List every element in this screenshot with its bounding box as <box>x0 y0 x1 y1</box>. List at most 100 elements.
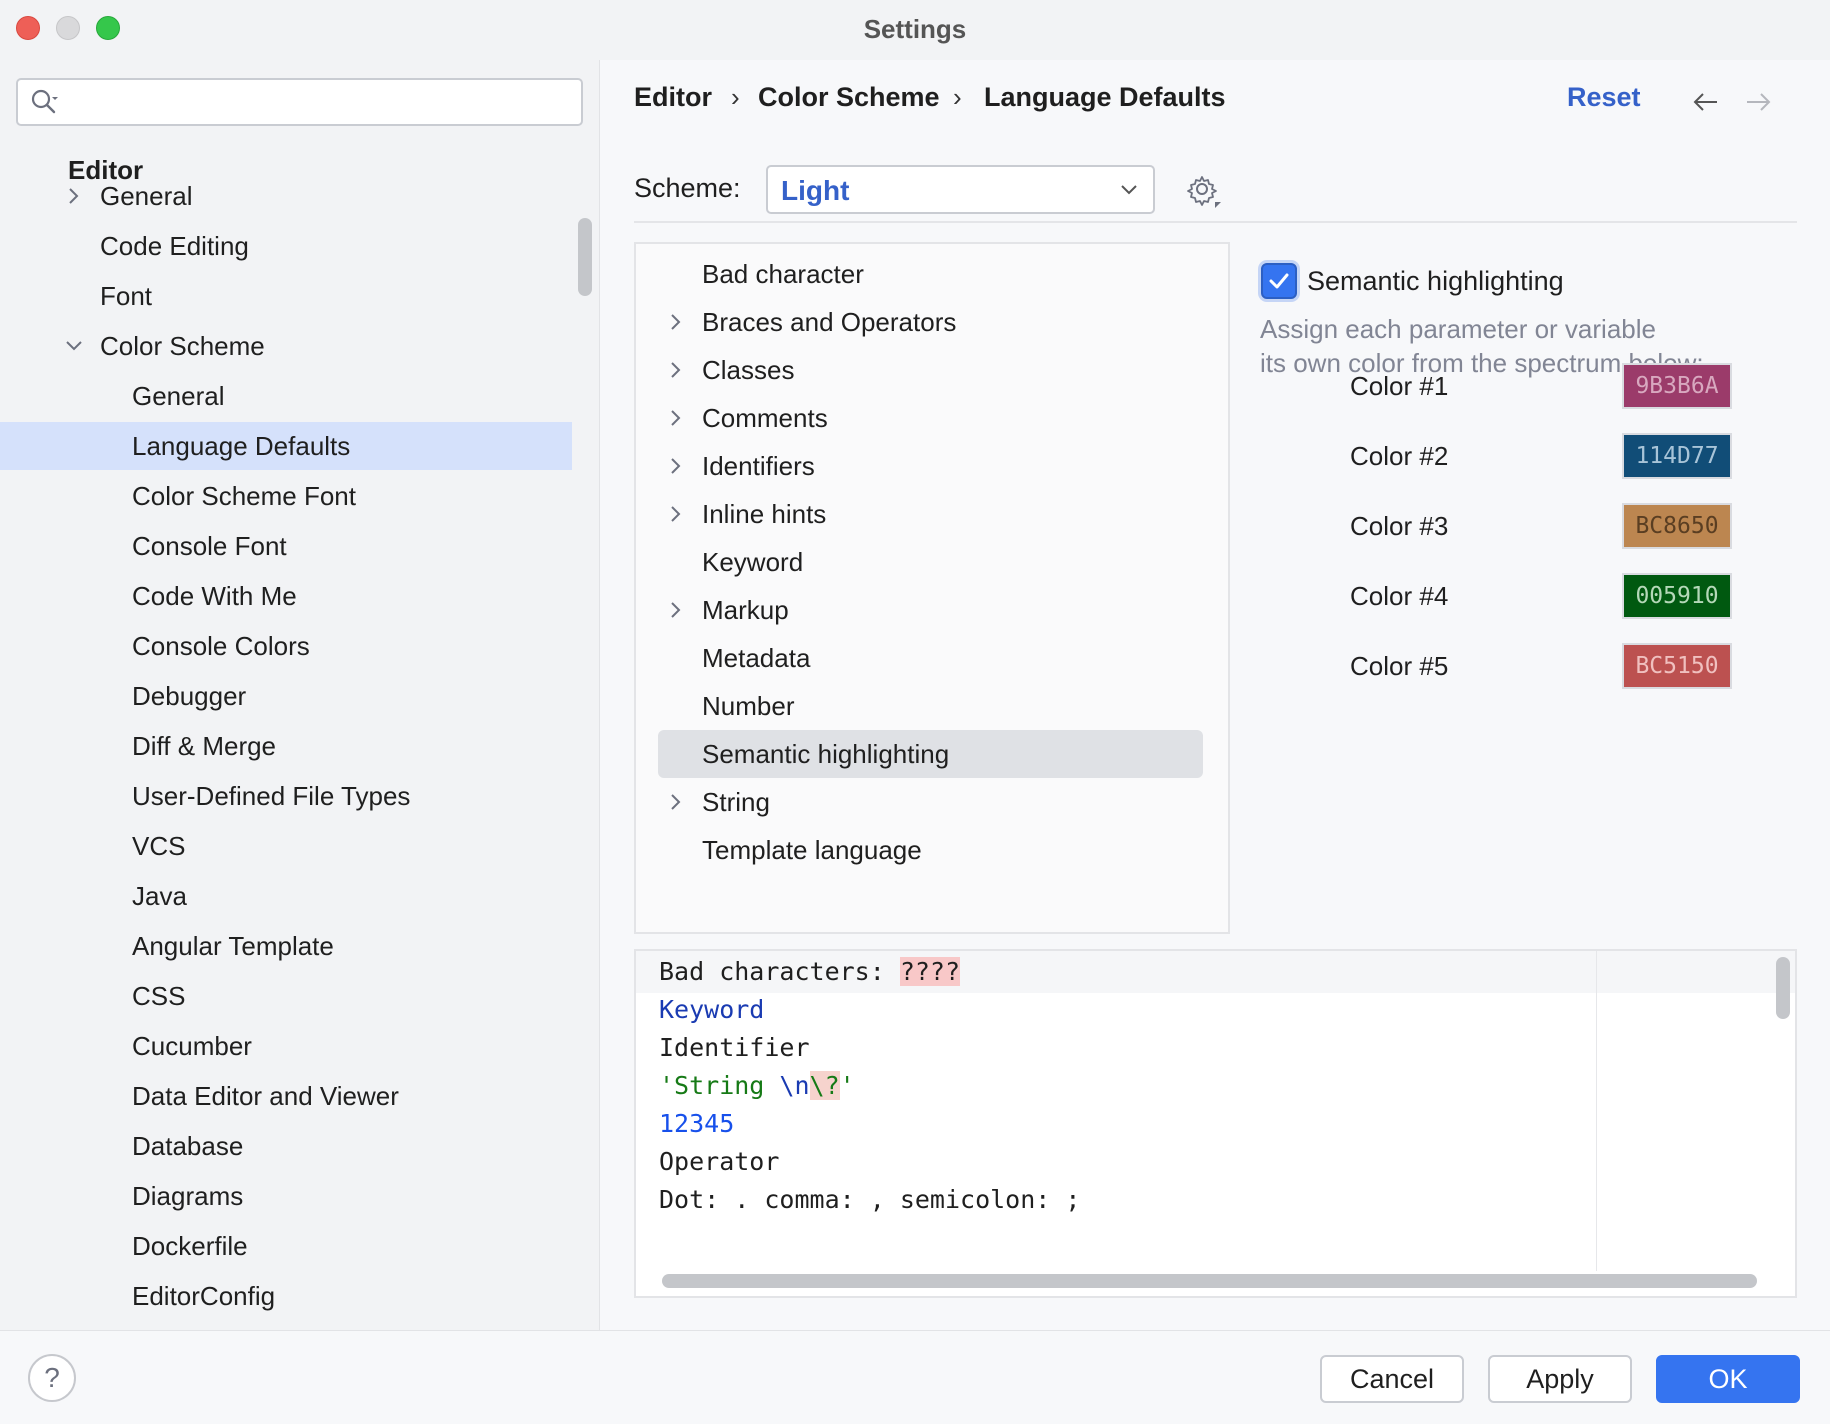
sidebar-item-vcs[interactable]: VCS <box>0 822 572 870</box>
chevron-right-icon[interactable] <box>666 456 686 476</box>
category-identifiers[interactable]: Identifiers <box>658 442 1203 490</box>
chevron-right-icon[interactable] <box>666 600 686 620</box>
category-number[interactable]: Number <box>658 682 1203 730</box>
sidebar-item-code-with-me[interactable]: Code With Me <box>0 572 572 620</box>
chevron-right-icon[interactable] <box>666 360 686 380</box>
category-label: Bad character <box>702 259 864 289</box>
sidebar-item-console-colors[interactable]: Console Colors <box>0 622 572 670</box>
sidebar-item-label: Code Editing <box>100 231 249 261</box>
sidebar-item-diff-merge[interactable]: Diff & Merge <box>0 722 572 770</box>
breadcrumb-language-defaults: Language Defaults <box>984 82 1226 112</box>
code-preview[interactable]: Bad characters: ???? Keyword Identifier … <box>634 949 1797 1298</box>
sidebar-item-label: Data Editor and Viewer <box>132 1081 399 1111</box>
sidebar-item-general[interactable]: General <box>0 372 572 420</box>
search-icon <box>31 89 58 114</box>
color-swatch-5[interactable]: BC5150 <box>1622 643 1732 689</box>
color-swatch-3[interactable]: BC8650 <box>1622 503 1732 549</box>
hint-line-1: Assign each parameter or variable <box>1260 314 1656 344</box>
category-metadata[interactable]: Metadata <box>658 634 1203 682</box>
category-label: Template language <box>702 835 922 865</box>
color-swatch-4[interactable]: 005910 <box>1622 573 1732 619</box>
sidebar-item-label: Diff & Merge <box>132 731 277 761</box>
sidebar-item-java[interactable]: Java <box>0 872 572 920</box>
preview-vertical-scrollbar[interactable] <box>1776 957 1790 1019</box>
category-template-language[interactable]: Template language <box>658 826 1203 874</box>
sidebar-item-data-editor-and-viewer[interactable]: Data Editor and Viewer <box>0 1072 572 1120</box>
sidebar-item-color-scheme[interactable]: Color Scheme <box>0 322 572 370</box>
sidebar-item-label: Color Scheme <box>100 331 265 361</box>
sidebar-item-language-defaults[interactable]: Language Defaults <box>0 422 572 470</box>
sidebar-item-angular-template[interactable]: Angular Template <box>0 922 572 970</box>
search-input[interactable] <box>16 78 583 126</box>
scheme-dropdown[interactable]: Light <box>766 165 1155 214</box>
color-label-4: Color #4 <box>1350 581 1449 611</box>
sidebar-item-label: Dockerfile <box>132 1231 248 1261</box>
sidebar-item-label: Java <box>132 881 187 911</box>
sidebar-item-debugger[interactable]: Debugger <box>0 672 572 720</box>
sidebar-item-console-font[interactable]: Console Font <box>0 522 572 570</box>
breadcrumb-color-scheme[interactable]: Color Scheme <box>758 82 940 113</box>
sidebar-item-database[interactable]: Database <box>0 1122 572 1170</box>
breadcrumb-editor[interactable]: Editor <box>634 82 712 113</box>
code-line-bad-characters: Bad characters: ???? <box>659 952 961 992</box>
category-label: Keyword <box>702 547 804 577</box>
window-title: Settings <box>863 14 967 44</box>
category-list: Bad character Braces and Operators Classes… <box>634 242 1230 934</box>
category-label: Classes <box>702 355 795 385</box>
sidebar-item-code-editing[interactable]: Code Editing <box>0 222 572 270</box>
chevron-right-icon[interactable] <box>666 504 686 524</box>
sidebar-item-editorconfig[interactable]: EditorConfig <box>0 1272 572 1320</box>
category-label: Inline hints <box>702 499 827 529</box>
category-inline-hints[interactable]: Inline hints <box>658 490 1203 538</box>
back-arrow-icon[interactable] <box>1691 90 1721 114</box>
right-margin-guide <box>1596 951 1597 1271</box>
category-comments[interactable]: Comments <box>658 394 1203 442</box>
sidebar-item-label: EditorConfig <box>132 1281 276 1311</box>
category-keyword[interactable]: Keyword <box>658 538 1203 586</box>
color-swatch-2[interactable]: 114D77 <box>1622 433 1732 479</box>
sidebar-item-color-scheme-font[interactable]: Color Scheme Font <box>0 472 572 520</box>
sidebar-item-font[interactable]: Font <box>0 272 572 320</box>
reset-link[interactable]: Reset <box>1567 82 1641 113</box>
chevron-right-icon[interactable] <box>666 408 686 428</box>
sidebar-item-user-defined-file-types[interactable]: User-Defined File Types <box>0 772 572 820</box>
gear-icon[interactable] <box>1185 172 1223 210</box>
sidebar-item-dockerfile[interactable]: Dockerfile <box>0 1222 572 1270</box>
preview-horizontal-scrollbar[interactable] <box>662 1274 1757 1288</box>
sidebar-item-general[interactable]: General <box>0 172 572 220</box>
category-string[interactable]: String <box>658 778 1203 826</box>
code-line-string: 'String \n\?' <box>659 1066 855 1106</box>
category-classes[interactable]: Classes <box>658 346 1203 394</box>
sidebar-item-css[interactable]: CSS <box>0 972 572 1020</box>
title-bar: Settings <box>0 0 1830 60</box>
breadcrumb-separator: › <box>953 82 962 112</box>
category-markup[interactable]: Markup <box>658 586 1203 634</box>
breadcrumb-separator: › <box>731 82 740 112</box>
semantic-highlighting-checkbox[interactable] <box>1261 263 1297 299</box>
category-bad-character[interactable]: Bad character <box>658 250 1203 298</box>
category-braces-and-operators[interactable]: Braces and Operators <box>658 298 1203 346</box>
sidebar-item-diagrams[interactable]: Diagrams <box>0 1172 572 1220</box>
sidebar-item-label: Database <box>132 1131 244 1161</box>
color-swatch-1[interactable]: 9B3B6A <box>1622 363 1732 409</box>
forward-arrow-icon[interactable] <box>1743 90 1773 114</box>
category-label: Metadata <box>702 643 811 673</box>
category-semantic-highlighting[interactable]: Semantic highlighting <box>658 730 1203 778</box>
color-label-3: Color #3 <box>1350 511 1449 541</box>
chevron-right-icon[interactable] <box>666 312 686 332</box>
sidebar-item-label: Cucumber <box>132 1031 252 1061</box>
cancel-button[interactable]: Cancel <box>1320 1355 1464 1403</box>
sidebar-scrollbar[interactable] <box>578 218 592 296</box>
ok-button[interactable]: OK <box>1656 1355 1800 1403</box>
sidebar-item-cucumber[interactable]: Cucumber <box>0 1022 572 1070</box>
help-button[interactable]: ? <box>28 1354 76 1402</box>
chevron-right-icon[interactable] <box>666 792 686 812</box>
category-label: Comments <box>702 403 828 433</box>
apply-button[interactable]: Apply <box>1488 1355 1632 1403</box>
chevron-right-icon[interactable] <box>64 186 84 206</box>
code-text: Bad characters: <box>659 957 900 986</box>
chevron-down-icon[interactable] <box>64 336 84 356</box>
semantic-highlighting-label[interactable]: Semantic highlighting <box>1307 266 1564 297</box>
sidebar-item-label: CSS <box>132 981 186 1011</box>
category-label: String <box>702 787 770 817</box>
